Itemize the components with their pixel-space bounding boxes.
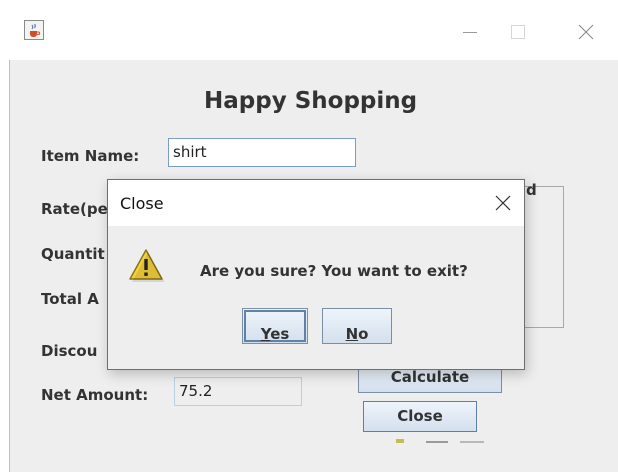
window-titlebar — [0, 0, 618, 60]
dialog-close-button[interactable] — [490, 190, 516, 216]
total-amount-label: Total A — [41, 290, 99, 308]
yes-button[interactable]: Yes — [242, 308, 308, 344]
minimize-button[interactable] — [452, 14, 488, 50]
close-icon — [578, 24, 594, 40]
dialog-titlebar: Close — [108, 180, 524, 226]
partially-hidden-image — [396, 432, 496, 443]
close-icon — [495, 195, 511, 211]
dialog-title: Close — [120, 194, 164, 213]
yes-label-rest: es — [270, 325, 290, 343]
calculate-button-label: Calculate — [390, 368, 470, 386]
net-amount-field[interactable]: 75.2 — [174, 377, 302, 406]
yes-mnemonic: Y — [260, 325, 271, 343]
dialog-message: Are you sure? You want to exit? — [200, 262, 468, 280]
item-name-field[interactable]: shirt — [168, 138, 356, 167]
no-mnemonic: N — [345, 325, 359, 343]
net-amount-label: Net Amount: — [41, 386, 149, 404]
quantity-label: Quantit — [41, 245, 105, 263]
item-name-label: Item Name: — [41, 147, 140, 165]
no-button[interactable]: No — [322, 308, 392, 344]
close-button[interactable]: Close — [363, 401, 477, 432]
discount-label: Discou — [41, 342, 98, 360]
warning-icon — [128, 248, 164, 282]
window-close-button[interactable] — [568, 14, 604, 50]
maximize-button[interactable] — [500, 14, 536, 50]
maximize-icon — [511, 25, 525, 39]
close-button-label: Close — [397, 407, 443, 425]
rate-label: Rate(pe — [41, 200, 108, 218]
no-label-rest: o — [358, 325, 369, 343]
minimize-icon — [463, 32, 477, 33]
java-cup-icon[interactable] — [24, 20, 44, 40]
page-title: Happy Shopping — [204, 88, 418, 114]
confirm-exit-dialog: Close Are you sure? You want to exit? Ye… — [107, 179, 525, 370]
groupbox-title: d — [526, 181, 537, 199]
